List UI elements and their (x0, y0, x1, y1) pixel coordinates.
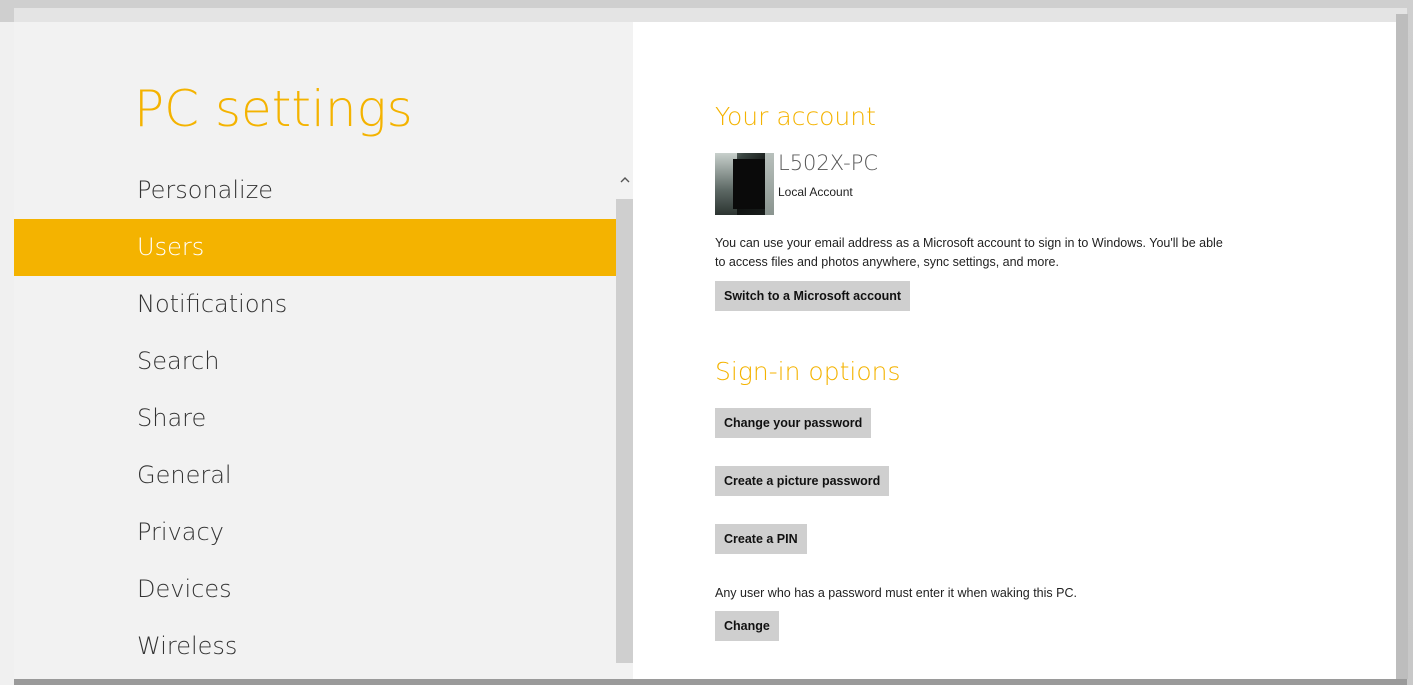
wake-password-text: Any user who has a password must enter i… (715, 586, 1077, 600)
description-line-2: to access files and photos anywhere, syn… (715, 255, 1059, 269)
nav-item-privacy[interactable]: Privacy (14, 504, 616, 561)
screen-frame: PC settings Personalize Users Notificati… (0, 0, 1413, 685)
background-strip-top (14, 8, 1407, 22)
change-password-button[interactable]: Change your password (715, 408, 872, 438)
chevron-up-icon-glyph (620, 177, 629, 183)
account-avatar[interactable] (715, 153, 774, 215)
content-pane: Your account L502X-PC Local Account You … (633, 22, 1396, 679)
nav-item-share[interactable]: Share (14, 390, 616, 447)
scrollbar-thumb[interactable] (616, 199, 633, 663)
microsoft-account-description: You can use your email address as a Micr… (715, 234, 1395, 272)
nav-item-personalize[interactable]: Personalize (14, 162, 616, 219)
nav-item-notifications[interactable]: Notifications (14, 276, 616, 333)
switch-to-microsoft-account-button[interactable]: Switch to a Microsoft account (715, 281, 911, 311)
background-strip-left (0, 22, 14, 685)
sign-in-options-heading: Sign-in options (715, 357, 901, 386)
account-name: L502X-PC (778, 151, 879, 175)
pc-settings-window: PC settings Personalize Users Notificati… (14, 22, 1396, 679)
change-wake-setting-button[interactable]: Change (715, 611, 779, 641)
background-strip-right (1396, 14, 1408, 679)
navigation-pane: PC settings Personalize Users Notificati… (14, 22, 633, 679)
create-picture-password-button[interactable]: Create a picture password (715, 466, 890, 496)
your-account-heading: Your account (715, 102, 876, 131)
nav-item-search[interactable]: Search (14, 333, 616, 390)
nav-item-users[interactable]: Users (14, 219, 616, 276)
account-type: Local Account (778, 185, 853, 199)
description-line-1: You can use your email address as a Micr… (715, 236, 1223, 250)
nav-item-general[interactable]: General (14, 447, 616, 504)
chevron-up-icon[interactable] (616, 162, 633, 198)
create-pin-button[interactable]: Create a PIN (715, 524, 807, 554)
nav-scrollbar[interactable] (616, 162, 633, 663)
app-title: PC settings (134, 80, 413, 138)
nav-item-devices[interactable]: Devices (14, 561, 616, 618)
background-strip-bottom (14, 679, 1407, 685)
nav-item-wireless[interactable]: Wireless (14, 618, 616, 675)
nav-list: Personalize Users Notifications Search S… (14, 162, 616, 675)
